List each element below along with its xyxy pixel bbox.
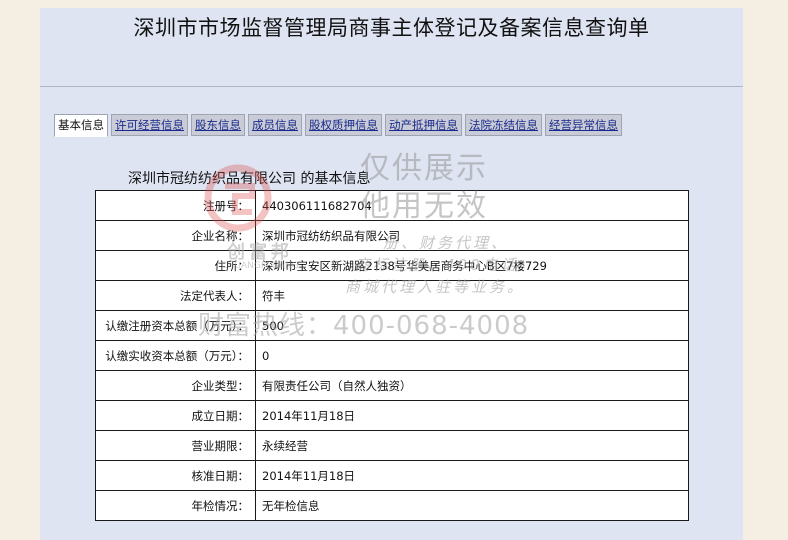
tab-bar: 基本信息 许可经营信息 股东信息 成员信息 股权质押信息 动产抵押信息 法院冻结… [54,114,622,137]
tab-license-info[interactable]: 许可经营信息 [111,114,188,136]
table-row: 认缴注册资本总额（万元）： 500 [95,310,689,341]
basic-info-table: 注册号： 440306111682704 企业名称： 深圳市冠纺纺织品有限公司 … [95,190,689,521]
tab-equity-pledge-info[interactable]: 股权质押信息 [305,114,382,136]
row-label: 认缴实收资本总额（万元）： [95,340,256,371]
row-value: 永续经营 [255,430,689,461]
table-row: 企业名称： 深圳市冠纺纺织品有限公司 [95,220,689,251]
table-row: 认缴实收资本总额（万元）： 0 [95,340,689,371]
row-value: 符丰 [255,280,689,311]
row-value: 500 [255,310,689,341]
row-label: 企业类型： [95,370,256,401]
table-row: 住所： 深圳市宝安区新湖路2138号华美居商务中心B区7楼729 [95,250,689,281]
tab-court-freeze-info[interactable]: 法院冻结信息 [465,114,542,136]
section-title: 深圳市冠纺纺织品有限公司 的基本信息 [128,171,371,187]
table-row: 营业期限： 永续经营 [95,430,689,461]
tab-basic-info[interactable]: 基本信息 [54,114,108,137]
row-value: 有限责任公司（自然人独资） [255,370,689,401]
tab-chattel-mortgage-info[interactable]: 动产抵押信息 [385,114,462,136]
row-value: 0 [255,340,689,371]
tab-abnormal-operation-info[interactable]: 经营异常信息 [545,114,622,136]
table-row: 企业类型： 有限责任公司（自然人独资） [95,370,689,401]
row-value: 无年检信息 [255,490,689,521]
table-row: 成立日期： 2014年11月18日 [95,400,689,431]
row-label: 认缴注册资本总额（万元）： [95,310,256,341]
row-value: 深圳市冠纺纺织品有限公司 [255,220,689,251]
page-title: 深圳市市场监督管理局商事主体登记及备案信息查询单 [133,16,650,40]
row-label: 核准日期： [95,460,256,491]
row-label: 注册号： [95,190,256,221]
table-row: 年检情况： 无年检信息 [95,490,689,521]
row-value: 2014年11月18日 [255,400,689,431]
table-row: 注册号： 440306111682704 [95,190,689,221]
table-row: 法定代表人： 符丰 [95,280,689,311]
row-value: 440306111682704 [255,190,689,221]
row-label: 法定代表人： [95,280,256,311]
row-label: 营业期限： [95,430,256,461]
row-label: 年检情况： [95,490,256,521]
row-value: 深圳市宝安区新湖路2138号华美居商务中心B区7楼729 [255,250,689,281]
header: 深圳市市场监督管理局商事主体登记及备案信息查询单 [40,8,743,87]
tab-shareholder-info[interactable]: 股东信息 [191,114,245,136]
tab-member-info[interactable]: 成员信息 [248,114,302,136]
table-row: 核准日期： 2014年11月18日 [95,460,689,491]
row-label: 企业名称： [95,220,256,251]
row-label: 住所： [95,250,256,281]
row-label: 成立日期： [95,400,256,431]
row-value: 2014年11月18日 [255,460,689,491]
